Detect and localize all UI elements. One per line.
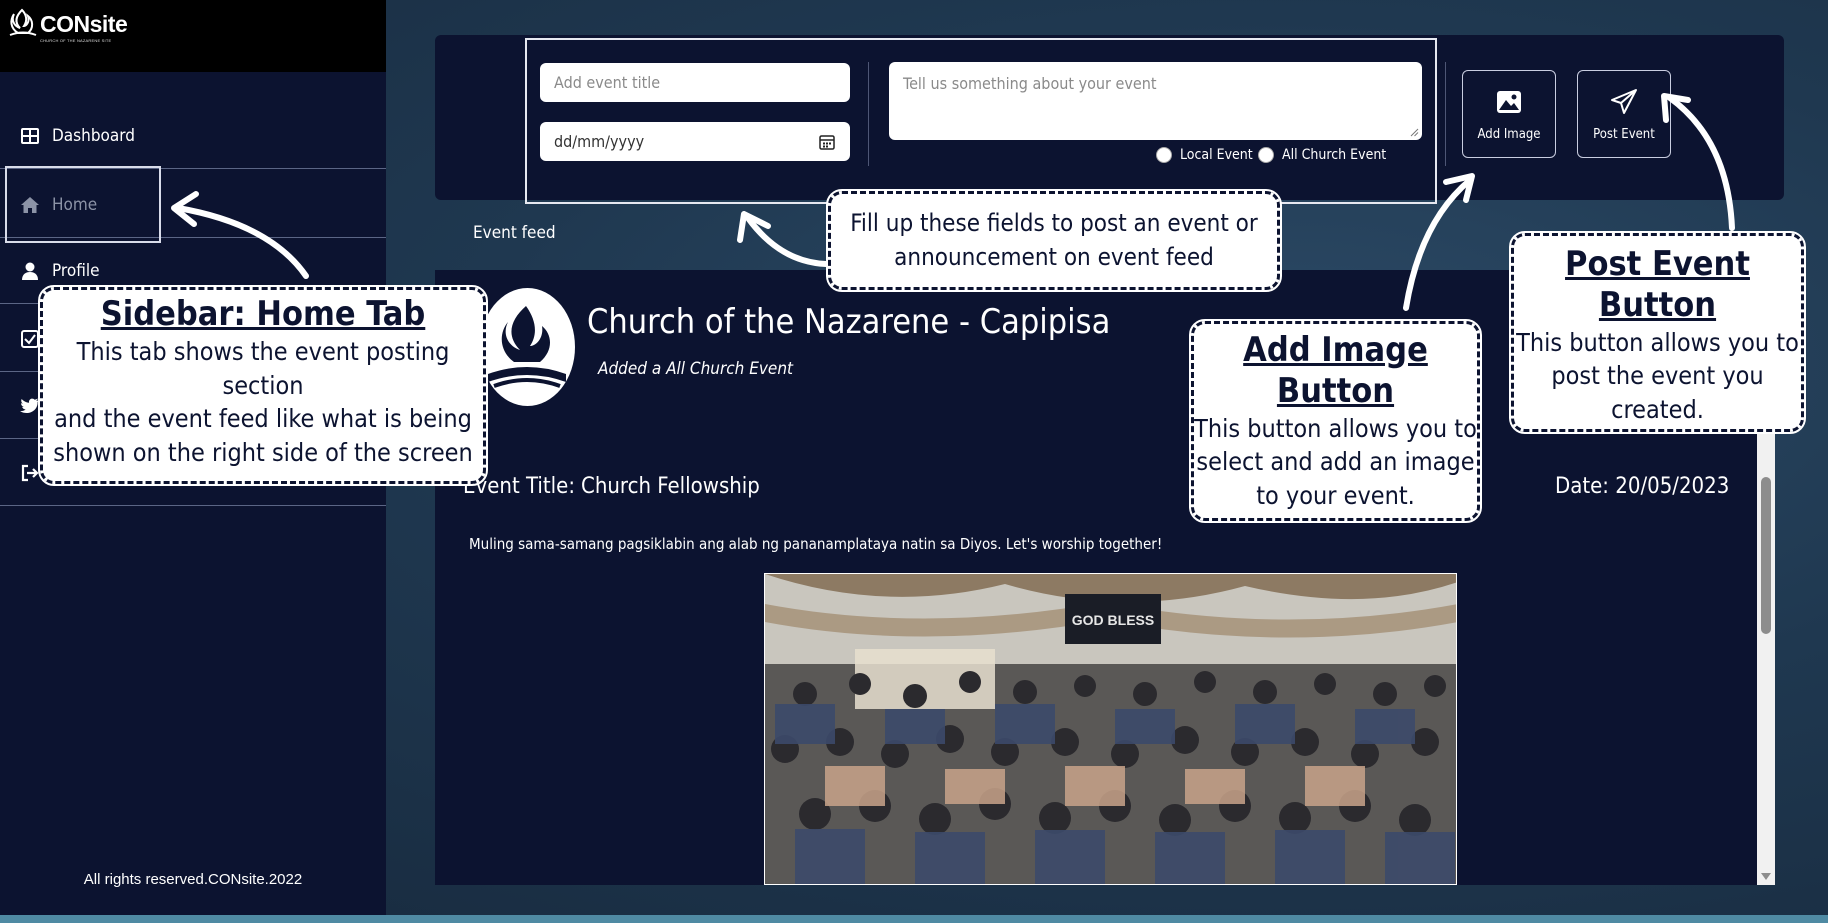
group-photo-image: GOD BLESS — [765, 574, 1456, 884]
form-divider — [868, 62, 869, 166]
nazarene-logo-icon — [488, 306, 566, 388]
post-author-name[interactable]: Church of the Nazarene - Capipisa — [587, 302, 1110, 342]
all-church-event-label: All Church Event — [1282, 147, 1387, 163]
flame-logo-icon — [9, 8, 37, 36]
form-divider — [1445, 62, 1446, 166]
arrow-to-form-fields — [745, 215, 829, 267]
add-image-button[interactable]: Add Image — [1462, 70, 1556, 158]
all-church-event-radio[interactable]: All Church Event — [1258, 147, 1386, 163]
sidebar-item-dashboard[interactable]: Dashboard — [0, 103, 386, 169]
post-date: Date: 20/05/2023 — [1555, 474, 1730, 499]
event-feed-heading: Event feed — [473, 223, 556, 243]
callout-body-line: shown on the right side of the screen — [53, 438, 473, 468]
callout-body-line: select and add an image — [1196, 447, 1475, 477]
church-avatar[interactable] — [480, 288, 575, 406]
calendar-icon[interactable] — [818, 133, 836, 151]
callout-body-line: created. — [1611, 395, 1704, 425]
form-fields-callout: Fill up these fields to post an event or… — [826, 189, 1282, 292]
local-event-radio[interactable]: Local Event — [1156, 147, 1253, 163]
twitter-icon — [20, 398, 39, 413]
callout-body-line: This button allows you to — [1194, 413, 1477, 443]
event-description-textarea[interactable]: Tell us something about your event — [889, 62, 1422, 140]
callout-body-line: announcement on event feed — [894, 242, 1214, 271]
post-title: Church Fellowship — [581, 474, 760, 499]
scroll-down-arrow-icon[interactable] — [1758, 870, 1774, 882]
image-icon — [1497, 90, 1521, 113]
add-image-callout: Add Image Button This button allows you … — [1189, 319, 1482, 523]
post-event-callout: Post Event Button This button allows you… — [1509, 231, 1806, 434]
dashboard-icon — [21, 127, 39, 144]
textarea-resize-icon[interactable] — [1409, 127, 1419, 137]
radio-button[interactable] — [1258, 147, 1274, 163]
home-tab-callout: Sidebar: Home Tab This tab shows the eve… — [38, 285, 488, 486]
logout-icon — [21, 464, 39, 481]
arrow-to-form-fields-head — [737, 211, 771, 243]
user-icon — [22, 262, 38, 280]
post-photo[interactable]: GOD BLESS — [764, 573, 1457, 885]
scrollbar-thumb[interactable] — [1761, 477, 1771, 634]
event-date-input[interactable]: dd/mm/yyyy — [540, 122, 850, 161]
callout-body-line: post the event you — [1551, 361, 1764, 391]
callout-title: Sidebar: Home Tab — [100, 294, 426, 334]
sidebar-item-label: Dashboard — [52, 125, 135, 146]
callout-body-line: and the event feed like what is being — [54, 404, 472, 434]
post-event-button[interactable]: Post Event — [1577, 70, 1671, 158]
callout-title: Add Image Button — [1243, 330, 1428, 411]
post-event-label: Post Event — [1593, 126, 1655, 142]
send-icon — [1611, 88, 1637, 114]
callout-body-line: This tab shows the event posting section — [76, 336, 450, 400]
checkbox-icon — [21, 329, 39, 348]
home-tab-highlight — [5, 166, 161, 243]
callout-body-line: This button allows you to — [1516, 327, 1799, 357]
post-subtitle: Added a All Church Event — [598, 359, 794, 379]
sidebar-item-label: Profile — [52, 260, 100, 281]
banner-text: GOD BLESS — [1072, 612, 1154, 628]
consite-logo[interactable]: CONsite — [8, 8, 128, 40]
event-title-input[interactable]: Add event title — [540, 63, 850, 102]
event-title-placeholder: Add event title — [554, 73, 661, 92]
local-event-label: Local Event — [1180, 147, 1253, 163]
logo-subtitle: CHURCH OF THE NAZARENE SITE — [40, 38, 112, 43]
callout-body-line: Fill up these fields to post an event or — [850, 208, 1258, 237]
callout-title: Post Event Button — [1565, 244, 1750, 325]
post-body: Muling sama-samang pagsiklabin ang alab … — [469, 535, 1163, 553]
event-description-placeholder: Tell us something about your event — [903, 74, 1157, 93]
bottom-accent-band — [0, 915, 1828, 923]
copyright-text: All rights reserved.CONsite.2022 — [83, 871, 303, 888]
radio-button[interactable] — [1156, 147, 1172, 163]
logo-wordmark: CONsite — [40, 10, 128, 37]
event-date-placeholder: dd/mm/yyyy — [554, 132, 645, 151]
callout-body-line: to your event. — [1256, 481, 1415, 511]
add-image-label: Add Image — [1477, 126, 1541, 142]
